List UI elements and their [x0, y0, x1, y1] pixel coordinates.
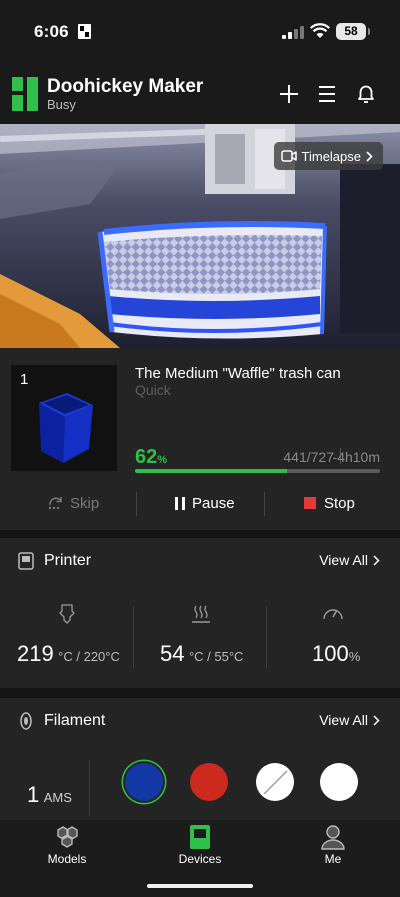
pause-button[interactable]: Pause: [174, 488, 235, 518]
filament-card-title: Filament: [44, 712, 106, 729]
printer-status: Busy: [47, 97, 76, 112]
progress-percent: 62%: [135, 446, 168, 468]
bell-icon[interactable]: [354, 82, 378, 106]
stop-icon: [304, 497, 316, 509]
filament-spool-icon: [20, 712, 32, 730]
tab-devices[interactable]: Devices: [160, 824, 240, 866]
layer-count: 441/727: [283, 449, 334, 465]
app-indicator-icon: [78, 24, 91, 39]
chevron-right-icon: [373, 714, 380, 726]
filament-slot-2[interactable]: [190, 763, 228, 801]
printer-device-icon: [190, 825, 210, 849]
filament-slot-4[interactable]: [320, 763, 358, 801]
wifi-icon: [310, 23, 330, 38]
home-indicator[interactable]: [147, 884, 253, 888]
battery-indicator: 58: [336, 23, 370, 40]
cubes-icon: [57, 826, 78, 848]
job-title: The Medium "Waffle" trash can: [135, 365, 341, 382]
bed-temperature[interactable]: 54 °C / 55°C: [134, 594, 266, 684]
tab-devices-label: Devices: [178, 852, 222, 866]
nozzle-temp-value: 219: [17, 641, 54, 666]
plate-number: 1: [20, 371, 29, 388]
control-divider: [264, 492, 265, 516]
filament-card: Filament View All 1 AMS: [0, 698, 400, 820]
progress-fill: [135, 469, 287, 473]
camera-feed[interactable]: Timelapse: [0, 124, 400, 348]
speedometer-icon: [323, 609, 343, 620]
add-icon[interactable]: [277, 82, 301, 106]
brand-logo-icon: [12, 77, 38, 111]
filament-slot-1[interactable]: [125, 763, 163, 801]
ams-count[interactable]: 1 AMS: [27, 782, 72, 808]
bed-temp-value: 54: [160, 641, 185, 666]
printer-card-title: Printer: [44, 552, 92, 569]
time-remaining: -4h10m: [332, 449, 380, 465]
stop-label: Stop: [324, 494, 355, 512]
tab-me[interactable]: Me: [293, 824, 373, 866]
printer-view-all-link[interactable]: View All: [319, 552, 380, 568]
speed-unit: %: [348, 649, 361, 664]
nozzle-temperature[interactable]: 219 °C / 220°C: [0, 594, 133, 684]
print-speed[interactable]: 100%: [267, 594, 400, 684]
tab-models[interactable]: Models: [27, 824, 107, 866]
job-profile: Quick: [135, 382, 171, 398]
section-gap: [0, 688, 400, 698]
timelapse-label: Timelapse: [301, 148, 361, 164]
filament-view-all-link[interactable]: View All: [319, 712, 380, 728]
heated-bed-icon: [192, 605, 210, 623]
chevron-right-icon: [366, 150, 373, 162]
ams-label: AMS: [43, 790, 72, 805]
skip-button[interactable]: Skip: [48, 488, 99, 518]
control-divider: [136, 492, 137, 516]
tab-me-label: Me: [324, 852, 342, 866]
view-all-label: View All: [319, 712, 368, 728]
chevron-right-icon: [373, 554, 380, 566]
skip-label: Skip: [70, 494, 100, 512]
progress-bar: [135, 469, 380, 473]
timelapse-button[interactable]: Timelapse: [273, 142, 383, 170]
printer-icon: [18, 552, 34, 570]
plate-thumbnail[interactable]: 1: [11, 365, 117, 471]
cellular-signal-icon: [282, 26, 304, 39]
app-header: Doohickey Maker Busy: [0, 62, 400, 124]
video-camera-icon: [280, 150, 297, 162]
printer-card: Printer View All 219 °C / 220°C 54 °C / …: [0, 538, 400, 688]
ams-divider: [89, 760, 90, 816]
status-time: 6:06: [34, 22, 69, 41]
skip-icon: [48, 497, 62, 510]
print-job-card: 1 The Medium "Waffle" trash can Quick 62…: [0, 348, 400, 530]
pause-icon: [175, 496, 185, 510]
bed-temp-detail: °C / 55°C: [188, 649, 244, 664]
section-gap: [0, 530, 400, 538]
print-controls: Skip Pause Stop: [0, 488, 400, 518]
tab-models-label: Models: [47, 852, 87, 866]
user-icon: [321, 825, 345, 850]
printer-name: Doohickey Maker: [47, 76, 204, 97]
nozzle-icon: [59, 604, 75, 624]
ams-count-value: 1: [27, 782, 40, 807]
speed-value: 100: [312, 641, 349, 666]
view-all-label: View All: [319, 552, 368, 568]
bottom-tab-bar: Models Devices Me: [0, 820, 400, 897]
nozzle-temp-detail: °C / 220°C: [58, 649, 120, 664]
menu-icon[interactable]: [315, 82, 339, 106]
stop-button[interactable]: Stop: [304, 488, 355, 518]
empty-slot-slash-icon: [263, 770, 288, 795]
filament-slot-3[interactable]: [256, 763, 294, 801]
pause-label: Pause: [192, 494, 235, 512]
status-bar: 6:06 58: [0, 0, 400, 62]
